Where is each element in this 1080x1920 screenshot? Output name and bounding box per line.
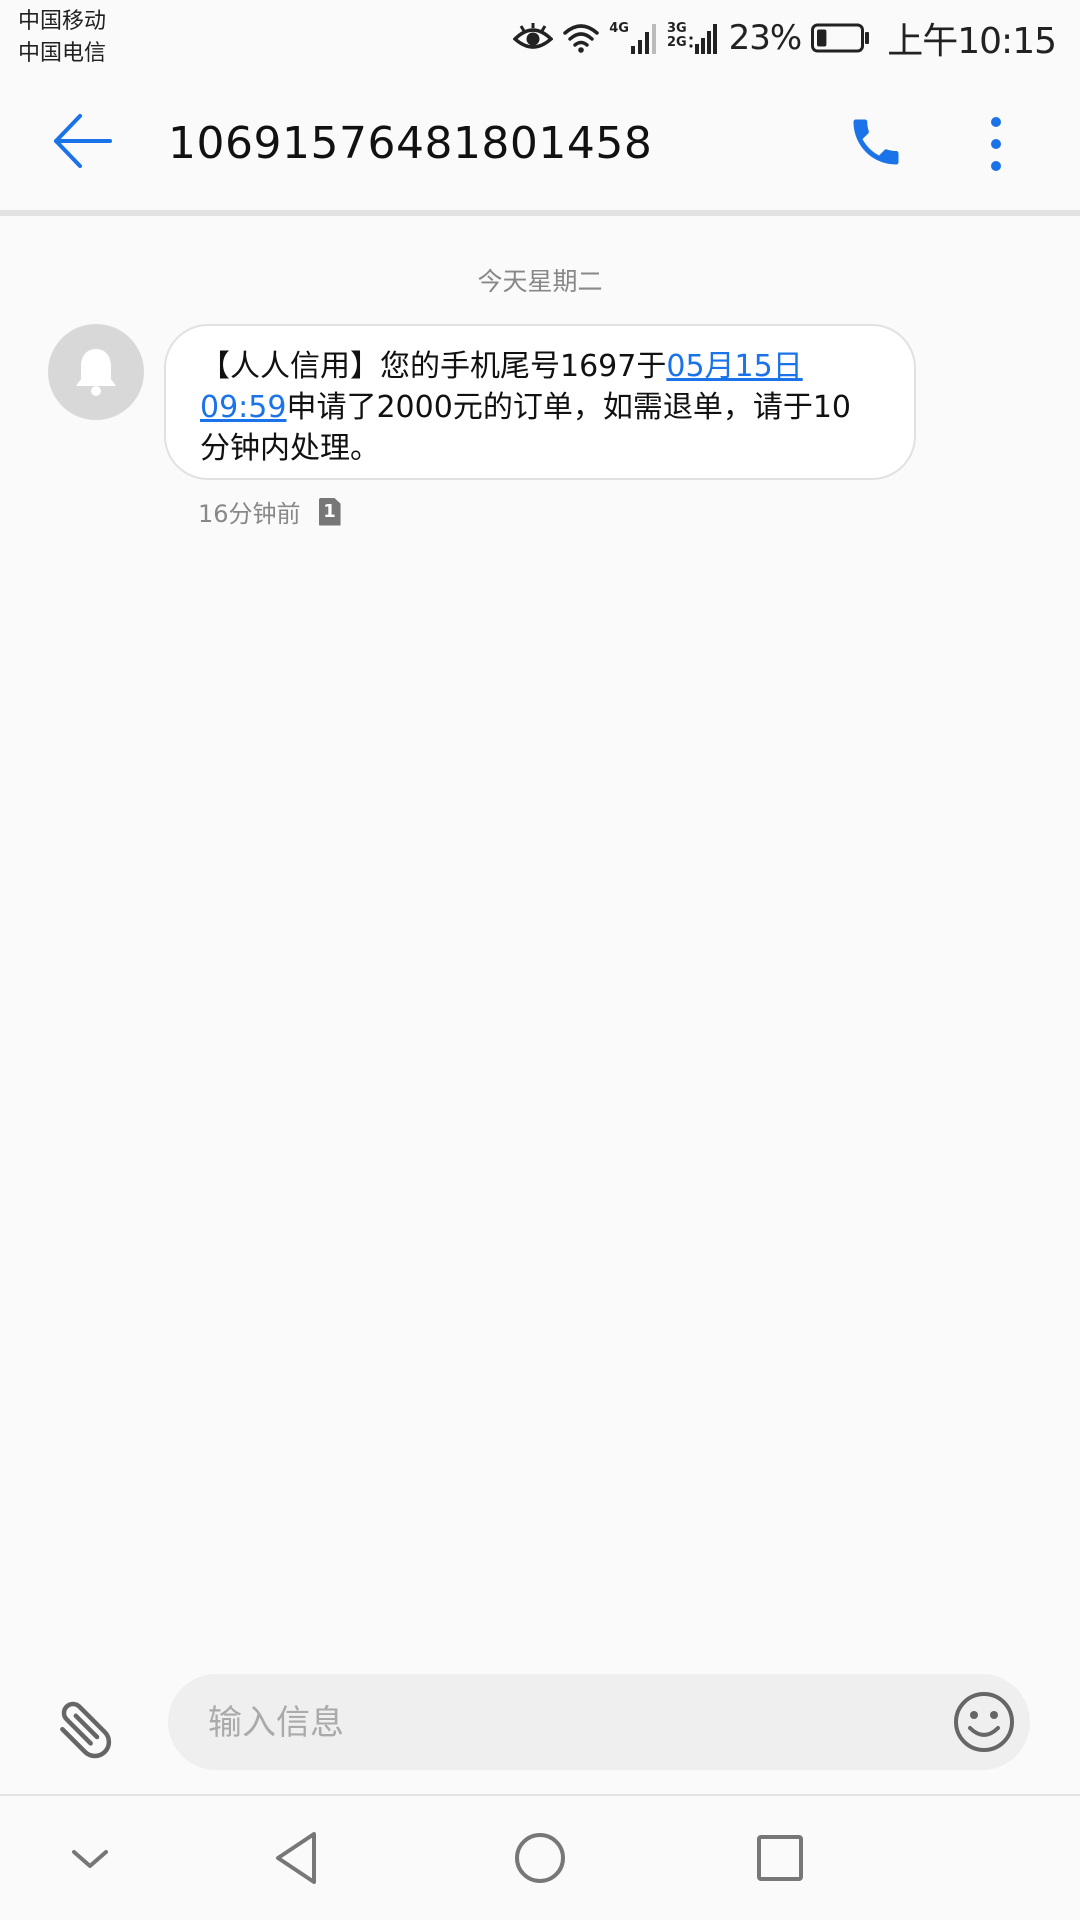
date-separator: 今天星期二	[477, 267, 603, 296]
network-1-indicator: 4G	[609, 22, 657, 54]
message-input[interactable]	[206, 1674, 910, 1772]
phone-icon	[846, 112, 906, 172]
sender-avatar[interactable]	[48, 324, 144, 420]
header-divider	[0, 210, 1080, 216]
compose-box	[168, 1674, 1030, 1772]
status-indicators: 4G 3G 2G 23% 上午10:15	[513, 14, 1057, 62]
nav-recents-button[interactable]	[748, 1826, 812, 1890]
carrier-labels: 中国移动 中国电信	[18, 6, 106, 70]
attach-button[interactable]	[50, 1690, 120, 1760]
status-bar: 中国移动 中国电信 4G 3G 2G 23% 上午10:15	[0, 0, 1080, 78]
message-meta: 16分钟前 1	[198, 494, 341, 529]
hide-keyboard-icon	[58, 1826, 122, 1890]
wifi-icon	[563, 23, 599, 53]
more-vertical-icon	[978, 114, 1014, 174]
contact-number: 10691576481801458	[168, 118, 653, 169]
navigation-bar	[0, 1796, 1080, 1920]
nav-home-button[interactable]	[508, 1826, 572, 1890]
nav-recents-icon	[748, 1826, 812, 1890]
nav-back-button[interactable]	[268, 1826, 332, 1890]
sim-card-icon: 1	[318, 497, 341, 526]
back-button[interactable]	[50, 108, 116, 174]
message-text-end: 申请了2000元的订单，如需退单，请于10分钟内处理。	[200, 390, 851, 466]
clock: 上午10:15	[887, 21, 1057, 62]
message-time: 16分钟前	[198, 500, 301, 528]
message-bubble[interactable]: 【人人信用】您的手机尾号1697于05月15日09:59申请了2000元的订单，…	[164, 324, 916, 480]
call-button[interactable]	[846, 112, 906, 172]
nav-home-icon	[508, 1826, 572, 1890]
conversation-header: 10691576481801458	[0, 78, 1080, 210]
message-text-start: 【人人信用】您的手机尾号1697于	[200, 349, 667, 384]
back-arrow-icon	[50, 108, 116, 174]
bell-icon	[72, 346, 120, 398]
network-2a-label: 3G	[666, 21, 687, 36]
battery-icon	[811, 22, 871, 54]
nav-back-icon	[268, 1826, 332, 1890]
carrier-1: 中国移动	[18, 9, 107, 34]
signal-icon	[689, 22, 719, 54]
signal-icon	[630, 22, 657, 54]
network-2b-label: 2G	[666, 35, 687, 50]
hide-keyboard-button[interactable]	[58, 1826, 122, 1890]
battery-percent: 23%	[728, 18, 803, 58]
paperclip-icon	[50, 1690, 120, 1760]
more-options-button[interactable]	[978, 114, 1014, 174]
emoji-icon	[952, 1690, 1016, 1754]
eye-comfort-icon	[513, 23, 554, 53]
carrier-2: 中国电信	[18, 41, 107, 66]
network-2-indicator: 3G 2G	[667, 22, 719, 54]
emoji-button[interactable]	[952, 1690, 1016, 1754]
network-1-label: 4G	[609, 21, 629, 36]
